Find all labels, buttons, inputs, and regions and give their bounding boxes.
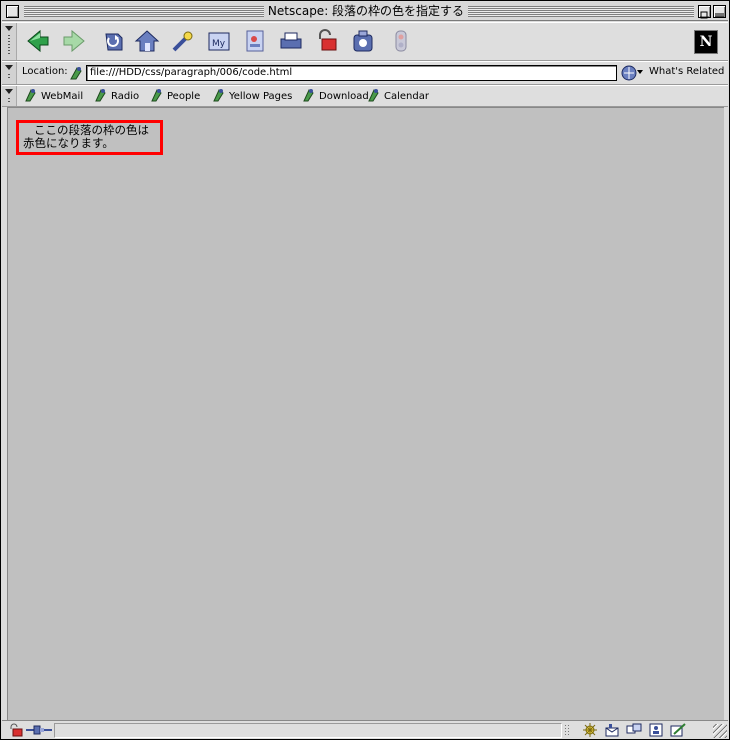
navigator-component-icon[interactable] bbox=[582, 723, 598, 737]
page-proxy-icon[interactable] bbox=[68, 65, 84, 81]
shop-icon[interactable] bbox=[350, 28, 376, 54]
bookmark-webmail[interactable]: WebMail bbox=[24, 88, 83, 104]
url-field[interactable]: file:///HDD/css/paragraph/006/code.html bbox=[86, 65, 617, 81]
bookmark-label: Calendar bbox=[384, 91, 429, 102]
forward-arrow-icon[interactable] bbox=[60, 28, 86, 54]
title-stripes-right bbox=[468, 6, 694, 17]
resize-grip[interactable] bbox=[713, 724, 727, 738]
window-title: Netscape: 段落の枠の色を指定する bbox=[264, 3, 468, 19]
bookmark-yellow-pages[interactable]: Yellow Pages bbox=[212, 88, 292, 104]
security-lock-icon[interactable] bbox=[8, 723, 24, 737]
personal-toolbar: WebMail Radio People Yellow Pages Downlo… bbox=[2, 85, 728, 107]
bookmark-calendar[interactable]: Calendar bbox=[367, 88, 429, 104]
bookmark-label: WebMail bbox=[41, 91, 84, 102]
bookmark-icon bbox=[25, 89, 36, 102]
component-bar-grip-icon[interactable] bbox=[564, 723, 574, 737]
red-bordered-paragraph: ここの段落の枠の色は赤色になります。 bbox=[16, 120, 163, 155]
bookmark-icon bbox=[368, 89, 379, 102]
bookmark-label: Download bbox=[319, 91, 369, 102]
title-bar[interactable]: Netscape: 段落の枠の色を指定する bbox=[2, 2, 728, 21]
bookmark-icon bbox=[151, 89, 162, 102]
netscape-logo[interactable]: N bbox=[694, 30, 718, 54]
browser-window: Netscape: 段落の枠の色を指定する My N Location: fil… bbox=[0, 0, 730, 740]
location-label: Location: bbox=[22, 66, 68, 77]
close-box-icon[interactable] bbox=[6, 5, 19, 18]
my-netscape-icon[interactable]: My bbox=[206, 28, 232, 54]
zoom-box-icon[interactable] bbox=[698, 5, 711, 19]
mail-component-icon[interactable] bbox=[604, 723, 620, 737]
search-icon[interactable] bbox=[170, 28, 196, 54]
online-connection-icon[interactable] bbox=[26, 723, 52, 737]
collapse-box-icon[interactable] bbox=[713, 5, 726, 18]
status-message-field bbox=[54, 723, 562, 738]
stop-icon[interactable] bbox=[388, 28, 414, 54]
discussions-component-icon[interactable] bbox=[626, 723, 642, 737]
navigation-toolbar: My N bbox=[2, 22, 728, 61]
bookmark-icon bbox=[213, 89, 224, 102]
home-icon[interactable] bbox=[134, 28, 160, 54]
address-book-component-icon[interactable] bbox=[648, 723, 664, 737]
images-icon[interactable] bbox=[242, 28, 268, 54]
bookmark-people[interactable]: People bbox=[150, 88, 200, 104]
bookmark-label: Radio bbox=[111, 91, 140, 102]
toolbar-collapse-grip[interactable] bbox=[2, 86, 17, 106]
location-toolbar: Location: file:///HDD/css/paragraph/006/… bbox=[2, 61, 728, 85]
whats-related-button[interactable]: What's Related bbox=[649, 66, 724, 77]
bookmark-label: People bbox=[167, 91, 201, 102]
title-stripes-left bbox=[24, 6, 264, 17]
whats-related-icon[interactable] bbox=[620, 64, 644, 81]
toolbar-collapse-grip[interactable] bbox=[2, 62, 17, 84]
bookmark-icon bbox=[95, 89, 106, 102]
reload-icon[interactable] bbox=[100, 28, 126, 54]
bookmark-icon bbox=[303, 89, 314, 102]
bookmark-radio[interactable]: Radio bbox=[94, 88, 139, 104]
composer-component-icon[interactable] bbox=[670, 723, 686, 737]
page-content: ここの段落の枠の色は赤色になります。 bbox=[7, 107, 724, 720]
toolbar-collapse-grip[interactable] bbox=[2, 23, 17, 60]
back-arrow-icon[interactable] bbox=[26, 28, 52, 54]
lock-icon[interactable] bbox=[314, 28, 340, 54]
svg-text:My: My bbox=[212, 39, 226, 49]
print-icon[interactable] bbox=[278, 28, 304, 54]
bookmark-download[interactable]: Download bbox=[302, 88, 369, 104]
bookmark-label: Yellow Pages bbox=[229, 91, 293, 102]
status-bar bbox=[2, 720, 728, 739]
